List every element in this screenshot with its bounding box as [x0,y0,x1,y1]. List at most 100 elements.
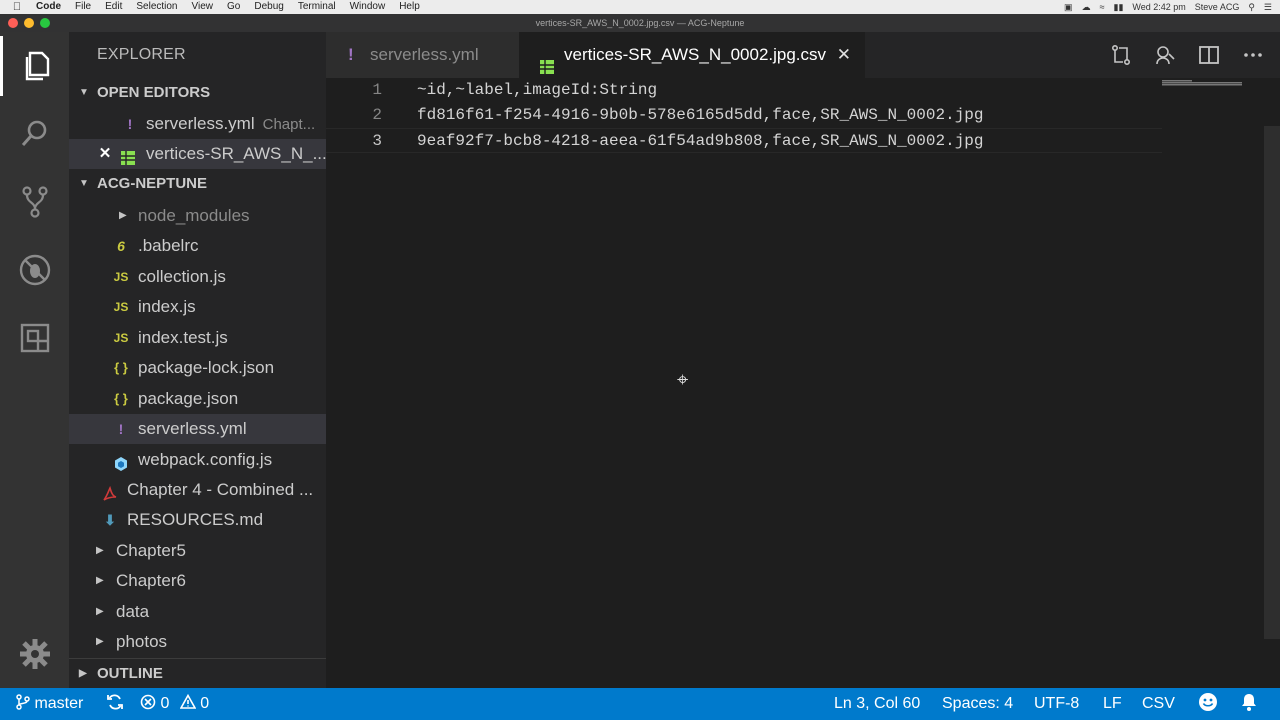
menu-debug[interactable]: Debug [247,0,290,14]
tree-folder[interactable]: ▶ Chapter6 [69,566,326,596]
code-line[interactable]: 1 ~id,~label,imageId:String [326,78,1162,103]
tab-serverless-yml[interactable]: ! serverless.yml [326,32,519,78]
outline-header[interactable]: ▶ OUTLINE [69,658,326,688]
notification-center-icon[interactable]: ☰ [1264,2,1272,13]
battery-icon[interactable]: ▮▮ [1114,2,1124,13]
open-editor-desc: Chapt... [262,116,316,133]
minimap[interactable] [1162,80,1242,86]
cursor-position[interactable]: Ln 3, Col 60 [834,688,920,720]
open-editor-name: vertices-SR_AWS_N_... [146,144,326,163]
chevron-right-icon: ▶ [119,210,127,221]
eol-setting[interactable]: LF [1103,688,1122,720]
menu-app-name[interactable]: Code [34,0,68,14]
js-file-icon: JS [113,331,129,345]
sync-icon[interactable] [106,688,124,720]
search-icon[interactable] [0,104,69,164]
json-file-icon: { } [114,360,128,375]
tree-file[interactable]: { } package-lock.json [69,353,326,383]
tree-file[interactable]: ⬇ RESOURCES.md [69,505,326,535]
cloud-icon[interactable]: ☁ [1082,2,1091,13]
tab-close-icon[interactable]: ✕ [837,32,851,78]
tree-folder[interactable]: ▶ node_modules [69,201,326,231]
line-number: 1 [372,81,382,99]
js-file-icon: JS [113,270,129,284]
source-control-icon[interactable] [0,172,69,232]
split-editor-icon[interactable] [1196,42,1222,68]
debug-icon[interactable] [0,240,69,300]
git-branch-item[interactable]: master [16,688,83,720]
language-mode[interactable]: CSV [1142,688,1175,720]
tree-file[interactable]: ! serverless.yml [69,414,326,444]
error-count: 0 [160,695,170,712]
menubar-clock[interactable]: Wed 2:42 pm [1132,2,1185,12]
window-title: vertices-SR_AWS_N_0002.jpg.csv — ACG-Nep… [535,18,745,28]
menu-selection[interactable]: Selection [129,0,184,14]
json-file-icon: { } [114,391,128,406]
tree-item-label: package.json [138,389,239,408]
open-editors-header[interactable]: ▼ OPEN EDITORS [69,78,326,108]
tree-folder[interactable]: ▶ photos [69,627,326,657]
tree-folder[interactable]: ▶ Chapter5 [69,536,326,566]
wifi-icon[interactable]: ≈ [1100,2,1105,12]
babel-file-icon: 6 [117,238,125,254]
tree-file[interactable]: Chapter 4 - Combined ... [69,475,326,505]
explorer-title: EXPLORER [97,46,186,63]
tree-item-label: .babelrc [138,236,199,255]
tree-file[interactable]: 6 .babelrc [69,231,326,261]
line-text[interactable]: ~id,~label,imageId:String [417,78,657,103]
tree-item-label: node_modules [138,206,250,225]
screen-record-icon[interactable]: ▣ [1064,2,1073,13]
minimize-window-button[interactable] [24,18,34,28]
tree-folder[interactable]: ▶ data [69,597,326,627]
line-text[interactable]: 9eaf92f7-bcb8-4218-aeea-61f54ad9b808,fac… [417,129,984,154]
menu-view[interactable]: View [185,0,221,14]
open-editor-item[interactable]: ! serverless.yml Chapt... [69,109,326,139]
js-file-icon: JS [113,300,129,314]
tree-item-label: Chapter6 [116,571,186,590]
chevron-right-icon: ▶ [96,606,104,617]
tab-vertices-csv[interactable]: vertices-SR_AWS_N_0002.jpg.csv ✕ [519,32,865,78]
tree-file[interactable]: JS index.js [69,292,326,322]
tree-file[interactable]: JS collection.js [69,262,326,292]
project-header[interactable]: ▼ ACG-NEPTUNE [69,169,326,199]
maximize-window-button[interactable] [40,18,50,28]
settings-gear-icon[interactable] [0,624,69,684]
status-bar: master 0 0 Ln 3, Col 60 Spaces: 4 UTF-8 … [0,688,1280,720]
open-changes-icon[interactable] [1108,42,1134,68]
line-text[interactable]: fd816f61-f254-4916-9b0b-578e6165d5dd,fac… [417,103,984,128]
menu-terminal[interactable]: Terminal [291,0,343,14]
notifications-bell-icon[interactable] [1240,688,1258,720]
tree-file[interactable]: JS index.test.js [69,323,326,353]
feedback-smiley-icon[interactable] [1198,688,1218,720]
explorer-icon[interactable] [0,36,69,96]
tree-item-label: data [116,602,150,621]
menu-window[interactable]: Window [343,0,393,14]
menu-file[interactable]: File [68,0,98,14]
tree-file[interactable]: webpack.config.js [69,445,326,475]
git-branch-icon [16,694,30,710]
problems-item[interactable]: 0 0 [140,688,209,720]
chevron-down-icon: ▼ [79,178,89,189]
close-window-button[interactable] [8,18,18,28]
editor-pane[interactable]: 1 ~id,~label,imageId:String 2 fd816f61-f… [326,78,1280,688]
chevron-right-icon: ▶ [96,575,104,586]
tree-file[interactable]: { } package.json [69,384,326,414]
more-actions-icon[interactable] [1240,42,1266,68]
menu-help[interactable]: Help [392,0,427,14]
open-editor-item[interactable]: ✕ vertices-SR_AWS_N_... [69,139,326,169]
code-line-current[interactable]: 3 9eaf92f7-bcb8-4218-aeea-61f54ad9b808,f… [326,128,1162,153]
encoding-setting[interactable]: UTF-8 [1034,688,1079,720]
git-branch-name: master [34,695,84,712]
indentation-setting[interactable]: Spaces: 4 [942,688,1013,720]
editor-scrollbar[interactable] [1264,126,1280,639]
spotlight-search-icon[interactable]: ⚲ [1248,2,1255,13]
menubar-user[interactable]: Steve ACG [1195,2,1240,12]
chevron-right-icon: ▶ [96,545,104,556]
menu-go[interactable]: Go [220,0,247,14]
apple-menu-icon[interactable]:  [0,1,34,13]
extensions-icon[interactable] [0,308,69,368]
close-icon[interactable]: ✕ [96,139,114,169]
code-line[interactable]: 2 fd816f61-f254-4916-9b0b-578e6165d5dd,f… [326,103,1162,128]
open-preview-icon[interactable] [1152,42,1178,68]
menu-edit[interactable]: Edit [98,0,129,14]
